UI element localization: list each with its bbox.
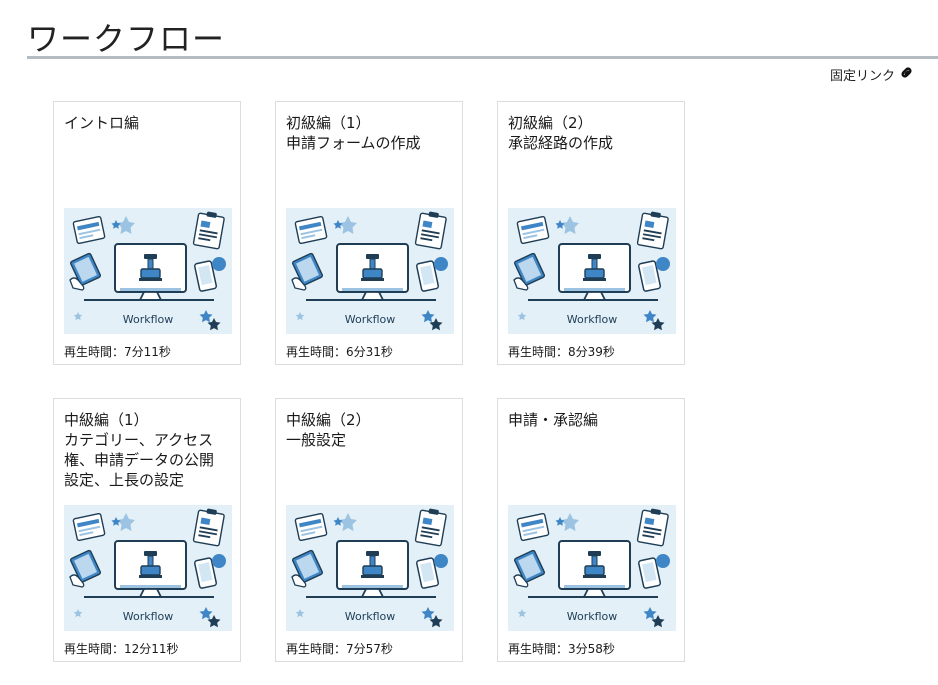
video-title: イントロ編 (64, 114, 140, 132)
video-title: 初級編（1） 申請フォームの作成 (286, 114, 421, 152)
link-icon (899, 65, 914, 84)
title-divider (27, 56, 938, 59)
video-card-intro[interactable]: イントロ編 再生時間：7分11秒 (53, 101, 241, 365)
video-duration: 再生時間：8分39秒 (508, 345, 615, 359)
video-title: 初級編（2） 承認経路の作成 (508, 114, 614, 152)
video-card-beginner-2[interactable]: 初級編（2） 承認経路の作成 再生時間：8分39秒 (497, 101, 685, 365)
video-grid: イントロ編 再生時間：7分11秒 初級編（1） 申請フォームの作成 再生時間：6… (53, 101, 687, 662)
workflow-thumbnail[interactable] (64, 505, 232, 631)
video-card-beginner-1[interactable]: 初級編（1） 申請フォームの作成 再生時間：6分31秒 (275, 101, 463, 365)
workflow-thumbnail[interactable] (286, 208, 454, 334)
page-title: ワークフロー (27, 20, 226, 58)
workflow-thumbnail[interactable] (64, 208, 232, 334)
permalink-label: 固定リンク (829, 69, 895, 84)
video-duration: 再生時間：12分11秒 (64, 642, 179, 656)
permalink-link[interactable]: 固定リンク (830, 65, 914, 84)
video-duration: 再生時間：7分57秒 (286, 642, 393, 656)
video-card-intermediate-2[interactable]: 中級編（2） 一般設定 再生時間：7分57秒 (275, 398, 463, 662)
workflow-thumbnail[interactable] (508, 505, 676, 631)
video-title: 申請・承認編 (508, 411, 599, 429)
video-title: 中級編（2） 一般設定 (286, 411, 371, 449)
video-card-intermediate-1[interactable]: 中級編（1） カテゴリー、アクセス 権、申請データの公開 設定、上長の設定 再生… (53, 398, 241, 662)
workflow-thumbnail[interactable] (286, 505, 454, 631)
video-duration: 再生時間：6分31秒 (286, 345, 393, 359)
video-card-apply-approve[interactable]: 申請・承認編 再生時間：3分58秒 (497, 398, 685, 662)
video-title: 中級編（1） カテゴリー、アクセス 権、申請データの公開 設定、上長の設定 (64, 411, 215, 489)
video-duration: 再生時間：3分58秒 (508, 642, 615, 656)
video-duration: 再生時間：7分11秒 (64, 345, 171, 359)
workflow-thumbnail[interactable] (508, 208, 676, 334)
